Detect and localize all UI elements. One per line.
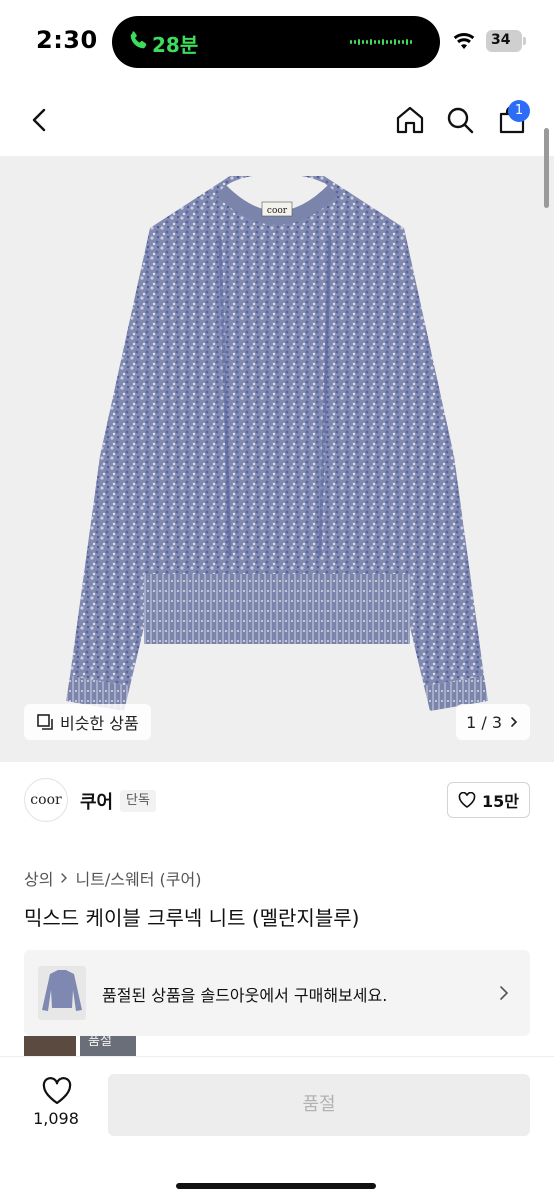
phone-icon: [130, 31, 147, 49]
product-title: 믹스드 케이블 크루넥 니트 (멜란지블루): [24, 906, 360, 930]
heart-icon: [458, 792, 476, 808]
product-image-sweater: coor: [66, 174, 488, 711]
brand-like-button[interactable]: 15만: [447, 782, 530, 818]
soldout-label: 품절: [88, 1036, 112, 1049]
battery-indicator: 34: [486, 30, 522, 52]
status-time: 2:30: [36, 26, 98, 54]
bottom-action-bar: 1,098 품절: [0, 1056, 554, 1200]
similar-products-button[interactable]: 비슷한 상품: [24, 704, 151, 740]
buy-button[interactable]: 품절: [108, 1074, 530, 1136]
garment-label: coor: [267, 206, 288, 216]
soldout-banner-text: 품절된 상품을 솔드아웃에서 구매해보세요.: [102, 986, 388, 1005]
chevron-right-icon: [511, 717, 518, 727]
chevron-right-icon: [61, 873, 68, 883]
exclusive-badge: 단독: [120, 790, 156, 812]
similar-products-label: 비슷한 상품: [60, 714, 139, 733]
breadcrumb: 상의 니트/스웨터 (쿠어): [24, 866, 201, 890]
chevron-right-icon: [500, 986, 509, 1000]
soldout-banner[interactable]: 품절된 상품을 솔드아웃에서 구매해보세요.: [24, 950, 530, 1036]
dynamic-island[interactable]: 28분: [112, 16, 440, 68]
scrollbar[interactable]: [544, 128, 549, 208]
home-indicator[interactable]: [176, 1183, 376, 1189]
search-icon[interactable]: [444, 104, 476, 136]
product-image-carousel[interactable]: coor 비슷한 상품 1 / 3: [0, 156, 554, 762]
cart-count-badge: 1: [508, 100, 530, 122]
status-bar: 2:30 28분 34: [0, 0, 554, 84]
breadcrumb-item-subcategory[interactable]: 니트/스웨터 (쿠어): [75, 866, 201, 890]
soldout-thumbnail: [38, 966, 86, 1020]
brand-like-count: 15만: [482, 792, 519, 811]
breadcrumb-item-category[interactable]: 상의: [24, 866, 53, 890]
call-duration: 28분: [152, 33, 199, 57]
brand-name[interactable]: 쿠어: [80, 788, 113, 814]
battery-level: 34: [491, 32, 511, 48]
similar-products-icon: [37, 714, 53, 730]
back-icon[interactable]: [26, 106, 54, 134]
top-nav-bar: [0, 84, 554, 156]
related-thumbnail[interactable]: [24, 1036, 76, 1056]
brand-logo[interactable]: coor: [24, 778, 68, 822]
battery-tip: [523, 37, 526, 45]
pager-text: 1 / 3: [466, 712, 502, 732]
heart-icon[interactable]: [42, 1077, 72, 1105]
audio-waveform: [350, 38, 412, 46]
related-thumbnails[interactable]: 품절: [24, 1036, 136, 1056]
home-icon[interactable]: [394, 104, 426, 136]
wish-count: 1,098: [33, 1109, 79, 1128]
brand-row: coor 쿠어 단독 15만: [24, 778, 530, 822]
wifi-icon: [453, 32, 475, 49]
image-pager[interactable]: 1 / 3: [456, 704, 530, 740]
